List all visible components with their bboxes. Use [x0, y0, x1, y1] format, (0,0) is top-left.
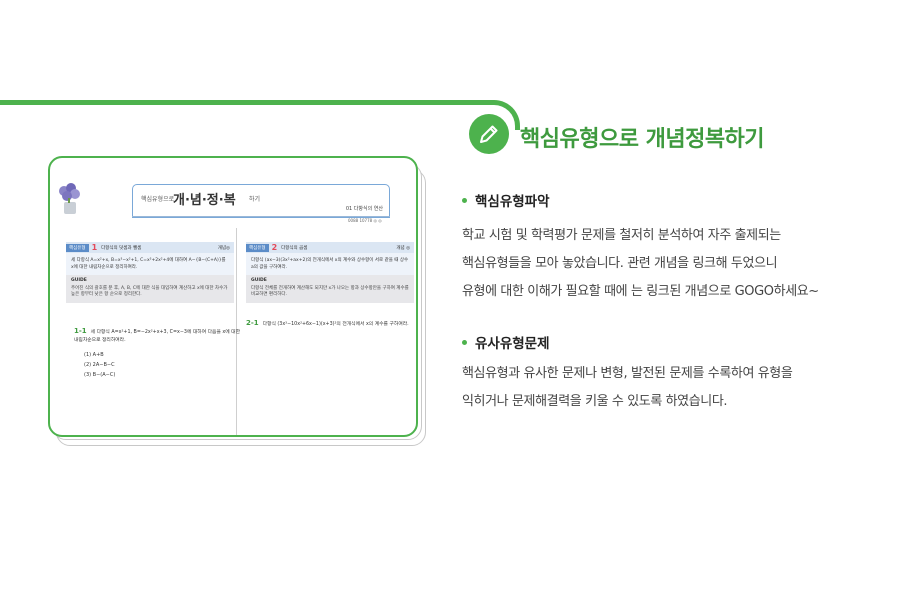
section-core-types: 핵심유형파악 학교 시험 및 학력평가 문제를 철저히 분석하여 자주 출제되는… [462, 190, 882, 300]
description-line: 핵심유형들을 모아 놓았습니다. 관련 개념을 링크해 두었으니 [462, 256, 778, 271]
sub-question-text: 다항식 (3x³−10x²+6x−1)(x+3)²의 전개식에서 x의 계수를 … [262, 322, 409, 327]
section-heading: 유사유형문제 [462, 332, 882, 352]
description-line: 익히거나 문제해결력을 키울 수 있도록 하였습니다. [462, 394, 728, 409]
top-green-rule [0, 100, 520, 130]
similar-question-1-1: 1-1 세 다항식 A=x²+1, B=−2x²+x+3, C=x−3에 대하여 … [74, 327, 242, 380]
title-underline [132, 216, 390, 217]
section-heading-text: 유사유형문제 [475, 336, 550, 352]
description-line: 학교 시험 및 학력평가 문제를 철저히 분석하여 자주 출제되는 [462, 228, 781, 243]
question-number: 2 [271, 243, 278, 252]
section-title: 핵심유형으로 개념정복하기 [520, 127, 765, 152]
guide-label: GUIDE [251, 278, 267, 283]
flower-pot-icon [59, 183, 80, 214]
description-line: 유형에 대한 이해가 필요할 때에 는 링크된 개념으로 GOGO하세요~ [462, 284, 819, 299]
question-level: 개념◎ [217, 245, 230, 251]
section-heading: 핵심유형파악 [462, 190, 882, 210]
question-header: 핵심유형 2 다항식의 곱셈 개념 ◎ [246, 242, 414, 253]
title-sub: 하기 [249, 196, 261, 203]
question-body: 세 다항식 A=x²+x, B=x³−x²+1, C=x³+2x²+4에 대하여… [66, 253, 234, 275]
title-small: 핵심유형으로 [141, 196, 175, 203]
page-title-box: 핵심유형으로 개·념·정·복 하기 01 다항식의 연산 [132, 184, 390, 218]
sub-question-number: 1-1 [74, 327, 87, 335]
option-list: (1) A+B (2) 2A−B−C (3) B−(A−C) [74, 350, 242, 380]
question-header: 핵심유형 1 다항식의 덧셈과 뺄셈 개념◎ [66, 242, 234, 253]
bullet-dot-icon [462, 339, 467, 345]
sub-question-number: 2-1 [246, 319, 259, 327]
question-title: 다항식의 덧셈과 뺄셈 [101, 245, 142, 251]
core-question-2: 핵심유형 2 다항식의 곱셈 개념 ◎ 다항식 (ax−3)(3x²+ax+2)… [246, 242, 414, 303]
textbook-page-preview: 핵심유형으로 개·념·정·복 하기 01 다항식의 연산 0088 10778 … [48, 156, 428, 446]
section-heading-text: 핵심유형파악 [475, 194, 550, 210]
similar-question-2-1: 2-1 다항식 (3x³−10x²+6x−1)(x+3)²의 전개식에서 x의 계… [246, 319, 414, 329]
bullet-dot-icon [462, 197, 467, 203]
sub-question-text: 세 다항식 A=x²+1, B=−2x²+x+3, C=x−3에 대하여 다음을… [74, 330, 241, 343]
question-tag: 핵심유형 [66, 243, 89, 252]
pencil-icon [469, 114, 509, 154]
guide-label: GUIDE [71, 278, 87, 283]
option-item: (1) A+B [84, 352, 104, 358]
option-item: (3) B−(A−C) [84, 372, 116, 378]
question-title: 다항식의 곱셈 [281, 245, 308, 251]
guide-box: GUIDE 다항식 전체를 전개하여 계산해도 되지만 x가 나오는 항과 상수… [246, 275, 414, 303]
section-similar-types: 유사유형문제 핵심유형과 유사한 문제나 변형, 발전된 문제를 수록하여 유형… [462, 332, 882, 410]
question-body: 다항식 (ax−3)(3x²+ax+2)의 전개식에서 x의 계수와 상수항이 … [246, 253, 414, 275]
question-level: 개념 ◎ [396, 245, 410, 251]
option-item: (2) 2A−B−C [84, 362, 115, 368]
page-code: 0088 10778 ◎ ◎ [348, 218, 382, 223]
textbook-page: 핵심유형으로 개·념·정·복 하기 01 다항식의 연산 0088 10778 … [48, 156, 418, 437]
description-line: 핵심유형과 유사한 문제나 변형, 발전된 문제를 수록하여 유형을 [462, 366, 793, 381]
chapter-label: 01 다항식의 연산 [345, 206, 383, 212]
title-main: 개·념·정·복 [173, 193, 236, 208]
core-question-1: 핵심유형 1 다항식의 덧셈과 뺄셈 개념◎ 세 다항식 A=x²+x, B=x… [66, 242, 234, 303]
guide-text: 주어진 식의 괄호를 푼 후, A, B, C에 대한 식을 대입하여 계산하고… [71, 285, 228, 298]
guide-text: 다항식 전체를 전개하여 계산해도 되지만 x가 나오는 항과 상수항만을 구하… [251, 285, 409, 298]
question-tag: 핵심유형 [246, 243, 269, 252]
question-number: 1 [91, 243, 98, 252]
guide-box: GUIDE 주어진 식의 괄호를 푼 후, A, B, C에 대한 식을 대입하… [66, 275, 234, 303]
